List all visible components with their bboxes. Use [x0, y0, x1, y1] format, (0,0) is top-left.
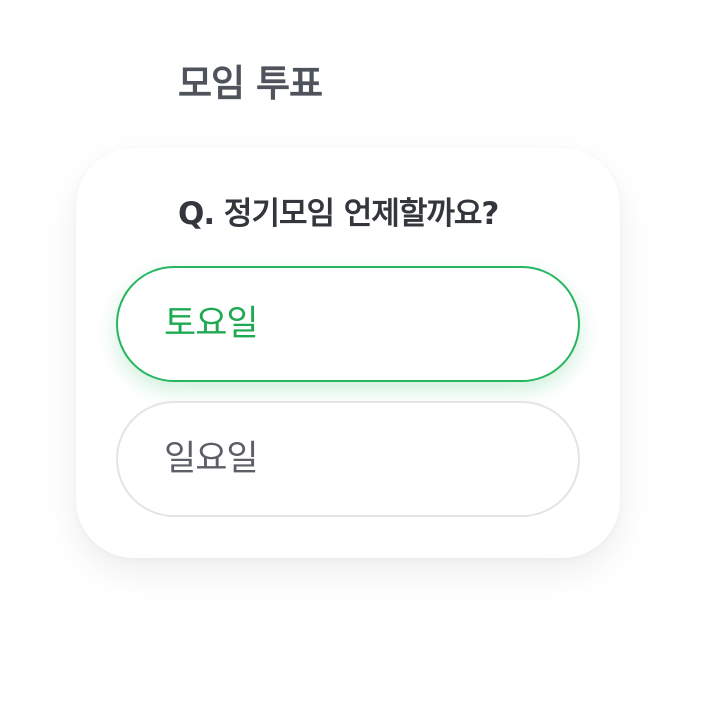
poll-option-saturday[interactable]: 토요일	[116, 266, 580, 382]
page-title: 모임 투표	[178, 62, 323, 105]
poll-card: Q. 정기모임 언제할까요? 토요일 일요일	[76, 148, 620, 558]
poll-question: Q. 정기모임 언제할까요?	[178, 196, 499, 232]
poll-option-label: 일요일	[164, 439, 259, 479]
poll-option-sunday[interactable]: 일요일	[116, 401, 580, 517]
poll-option-label: 토요일	[164, 304, 259, 344]
poll-screen: 모임 투표 Q. 정기모임 언제할까요? 토요일 일요일	[0, 0, 720, 708]
